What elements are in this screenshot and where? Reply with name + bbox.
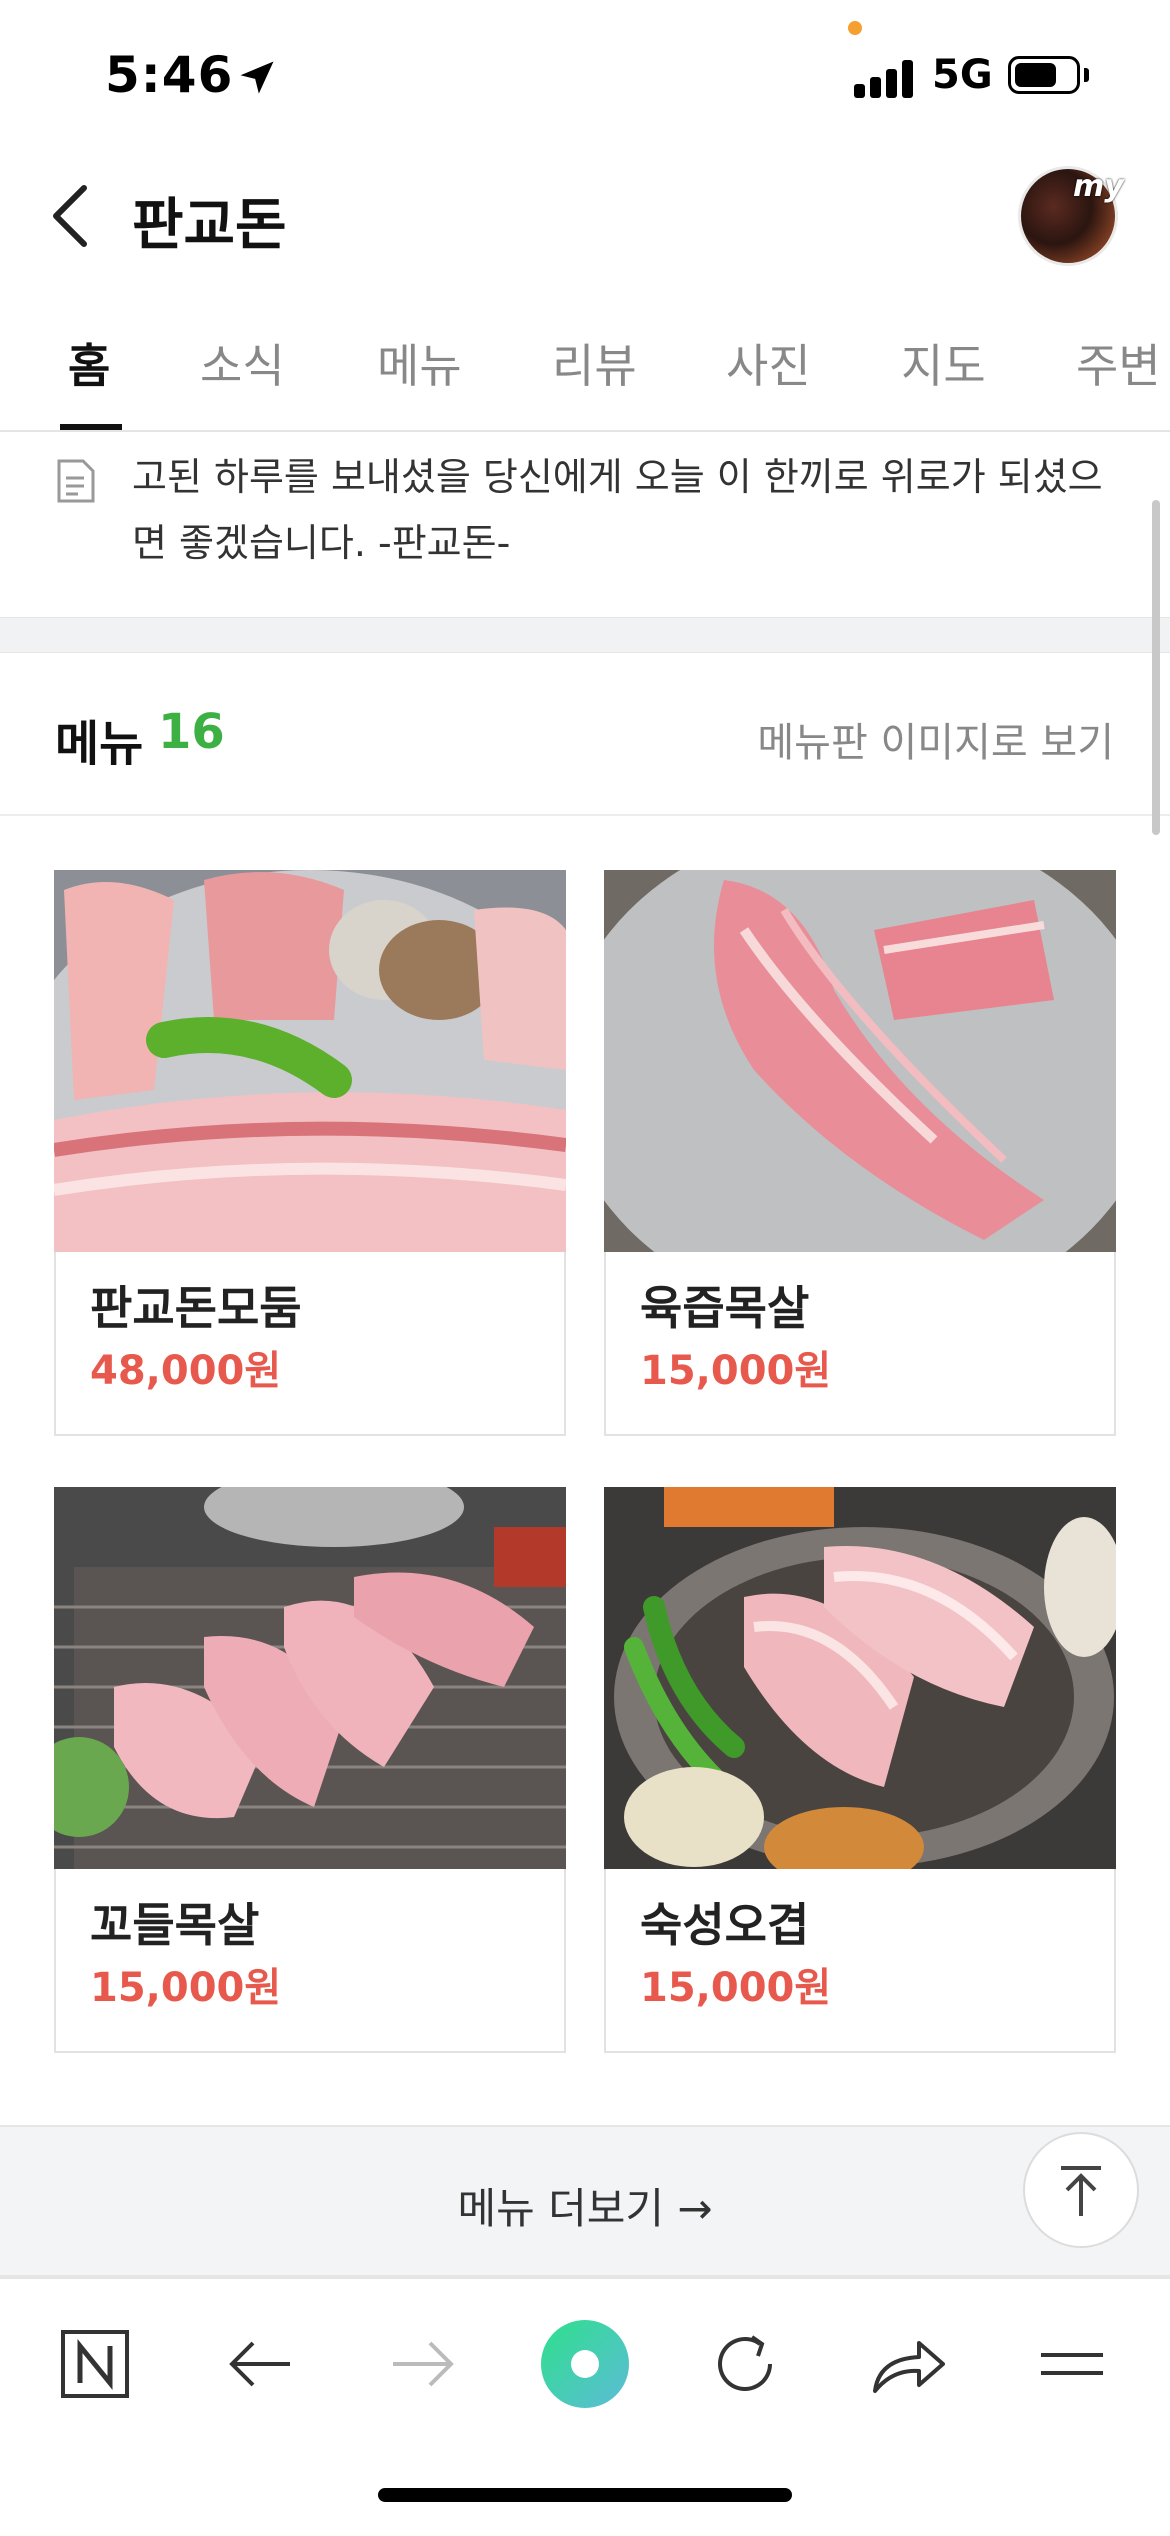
arrow-up-icon <box>1061 2166 1101 2216</box>
forward-arrow-icon[interactable] <box>378 2319 468 2409</box>
battery-icon <box>1008 56 1080 94</box>
status-time: 5:46 <box>105 46 234 104</box>
menu-section-header: 메뉴 16 메뉴판 이미지로 보기 <box>0 652 1170 816</box>
status-bar: 5:46 5G <box>0 0 1170 150</box>
avatar-badge: my <box>1073 169 1124 204</box>
scrollbar[interactable] <box>1152 500 1160 835</box>
tab-photo[interactable]: 사진 <box>726 330 811 396</box>
store-intro: 고된 하루를 보내셨을 당신에게 오늘 이 한끼로 위로가 되셨으면 좋겠습니다… <box>0 432 1170 617</box>
intro-text: 고된 하루를 보내셨을 당신에게 오늘 이 한끼로 위로가 되셨으면 좋겠습니다… <box>132 455 1103 565</box>
menu-photo <box>604 870 1116 1252</box>
menu-item-price: 15,000원 <box>640 1965 832 2011</box>
signal-icon <box>854 58 916 98</box>
location-arrow-icon <box>240 61 274 94</box>
menu-item-name: 판교돈모둠 <box>90 1281 302 1335</box>
tab-menu[interactable]: 메뉴 <box>377 330 462 396</box>
privacy-indicator <box>848 21 862 35</box>
menu-item-price: 15,000원 <box>640 1348 832 1394</box>
menu-label: 메뉴 <box>55 716 144 772</box>
tab-news[interactable]: 소식 <box>200 330 285 396</box>
refresh-icon[interactable] <box>700 2319 790 2409</box>
green-dot-icon[interactable] <box>540 2319 630 2409</box>
battery-cap <box>1084 68 1089 82</box>
menu-item-price: 48,000원 <box>90 1348 282 1394</box>
menu-more-bar[interactable]: 메뉴 더보기 → <box>0 2125 1170 2277</box>
tab-bar: 홈 소식 메뉴 리뷰 사진 지도 주변 <box>0 300 1170 432</box>
menu-card[interactable]: 판교돈모둠 48,000원 <box>54 870 566 1436</box>
naver-n-icon[interactable] <box>50 2319 140 2409</box>
menu-photo <box>54 870 566 1252</box>
page-title: 판교돈 <box>132 193 287 258</box>
menu-icon[interactable] <box>1027 2319 1117 2409</box>
menu-photo <box>54 1487 566 1869</box>
menu-item-price: 15,000원 <box>90 1965 282 2011</box>
tab-home[interactable]: 홈 <box>68 330 110 396</box>
share-icon[interactable] <box>863 2319 953 2409</box>
app-header: 판교돈 my <box>0 150 1170 280</box>
network-type: 5G <box>932 52 993 98</box>
menu-card[interactable]: 꼬들목살 15,000원 <box>54 1487 566 2053</box>
section-divider <box>0 617 1170 653</box>
menu-item-name: 꼬들목살 <box>90 1898 260 1952</box>
my-avatar[interactable]: my <box>1018 166 1124 266</box>
active-tab-indicator <box>60 424 122 430</box>
home-indicator[interactable] <box>378 2488 792 2502</box>
menu-photo <box>604 1487 1116 1869</box>
menu-more-link[interactable]: 메뉴 더보기 → <box>0 2175 1170 2236</box>
menu-board-image-link[interactable]: 메뉴판 이미지로 보기 <box>757 710 1114 768</box>
menu-item-name: 육즙목살 <box>640 1281 810 1335</box>
menu-card[interactable]: 숙성오겹 15,000원 <box>604 1487 1116 2053</box>
tab-review[interactable]: 리뷰 <box>552 330 637 396</box>
menu-item-name: 숙성오겹 <box>640 1898 810 1952</box>
back-chevron-icon[interactable] <box>44 180 104 252</box>
back-arrow-icon[interactable] <box>215 2319 305 2409</box>
tab-nearby[interactable]: 주변 <box>1076 330 1161 396</box>
menu-count: 16 <box>158 704 225 760</box>
tab-map[interactable]: 지도 <box>901 330 986 396</box>
menu-card[interactable]: 육즙목살 15,000원 <box>604 870 1116 1436</box>
scroll-top-button[interactable] <box>1023 2132 1139 2248</box>
document-icon <box>57 459 95 503</box>
